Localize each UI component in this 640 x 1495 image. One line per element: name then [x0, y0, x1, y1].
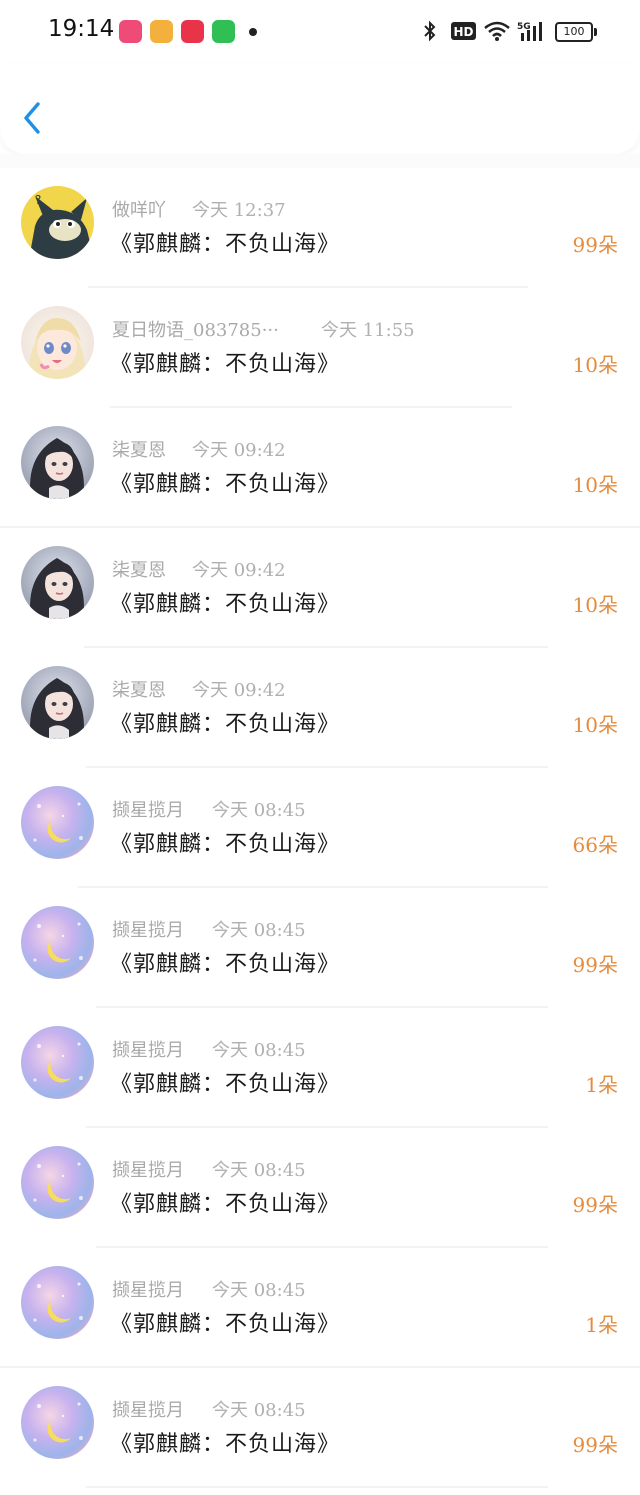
row-divider: [86, 1486, 548, 1488]
user-avatar[interactable]: [21, 1146, 94, 1219]
gift-record-row[interactable]: 柒夏恩 今天 09:42 《郭麒麟：不负山海》 10朵: [0, 408, 640, 528]
sender-name[interactable]: 柒夏恩: [112, 676, 166, 702]
user-avatar[interactable]: [21, 666, 94, 739]
header-shadow-band: [0, 154, 640, 168]
gift-record-row[interactable]: 柒夏恩 今天 09:42 《郭麒麟：不负山海》 10朵: [0, 648, 640, 768]
gift-record-row[interactable]: 柒夏恩 今天 09:42 《郭麒麟：不负山海》 10朵: [0, 528, 640, 648]
gift-time: 今天 09:42: [192, 680, 286, 701]
book-title[interactable]: 《郭麒麟：不负山海》: [110, 1306, 340, 1338]
gift-record-row[interactable]: 撷星揽月 今天 08:45 《郭麒麟：不负山海》 99朵: [0, 1128, 640, 1248]
book-title[interactable]: 《郭麒麟：不负山海》: [110, 1066, 340, 1098]
flower-count: 1朵: [585, 1073, 618, 1097]
user-avatar[interactable]: [21, 1266, 94, 1339]
flower-count: 99朵: [572, 233, 618, 257]
flower-count: 10朵: [572, 593, 618, 617]
signal-5g-icon: 5G: [517, 22, 542, 41]
flower-count: 10朵: [572, 713, 618, 737]
book-title[interactable]: 《郭麒麟：不负山海》: [110, 1186, 340, 1218]
flower-count: 1朵: [585, 1313, 618, 1337]
book-title[interactable]: 《郭麒麟：不负山海》: [110, 586, 340, 618]
book-title[interactable]: 《郭麒麟：不负山海》: [110, 1426, 340, 1458]
user-avatar[interactable]: ?: [21, 186, 94, 259]
hd-icon: HD: [451, 22, 476, 40]
gift-time: 今天 08:45: [212, 920, 306, 941]
gift-time: 今天 08:45: [212, 1280, 306, 1301]
sender-name[interactable]: 撷星揽月: [112, 1276, 184, 1302]
xiaohongshu-icon: [181, 20, 204, 43]
flower-count: 99朵: [572, 1433, 618, 1457]
user-avatar[interactable]: [21, 1386, 94, 1459]
gift-record-row[interactable]: 撷星揽月 今天 08:45 《郭麒麟：不负山海》 99朵: [0, 888, 640, 1008]
user-avatar[interactable]: [21, 906, 94, 979]
sender-name[interactable]: 撷星揽月: [112, 1156, 184, 1182]
more-notifications-dot: [249, 28, 257, 36]
gift-time: 今天 08:45: [212, 1400, 306, 1421]
wifi-icon: [484, 21, 510, 41]
book-title[interactable]: 《郭麒麟：不负山海》: [110, 226, 340, 258]
status-time: 19:14: [48, 16, 115, 42]
flower-count: 10朵: [572, 473, 618, 497]
svg-text:?: ?: [35, 193, 41, 207]
gift-record-list: ? 做咩吖 今天 12:37 《郭麒麟：不负山海》 99朵 夏日物语_083785···…: [0, 168, 640, 1488]
weibo-icon: [150, 20, 173, 43]
flower-count: 99朵: [572, 1193, 618, 1217]
top-navigation-bar: [0, 64, 640, 154]
sender-name[interactable]: 柒夏恩: [112, 436, 166, 462]
gift-record-row[interactable]: 夏日物语_083785··· 今天 11:55 《郭麒麟：不负山海》 10朵: [0, 288, 640, 408]
flower-count: 66朵: [572, 833, 618, 857]
sender-name[interactable]: 柒夏恩: [112, 556, 166, 582]
sender-name[interactable]: 撷星揽月: [112, 916, 184, 942]
sender-name[interactable]: 撷星揽月: [112, 796, 184, 822]
app-notification-icon: [119, 20, 142, 43]
sender-name[interactable]: 夏日物语_083785···: [112, 316, 279, 342]
gift-record-row[interactable]: 撷星揽月 今天 08:45 《郭麒麟：不负山海》 1朵: [0, 1008, 640, 1128]
sender-name[interactable]: 撷星揽月: [112, 1036, 184, 1062]
gift-record-row[interactable]: 撷星揽月 今天 08:45 《郭麒麟：不负山海》 1朵: [0, 1248, 640, 1368]
book-title[interactable]: 《郭麒麟：不负山海》: [110, 466, 340, 498]
back-chevron-icon[interactable]: [18, 98, 52, 138]
user-avatar[interactable]: [21, 1026, 94, 1099]
gift-time: 今天 08:45: [212, 1160, 306, 1181]
sender-name[interactable]: 做咩吖: [112, 196, 166, 222]
status-bar: 19:14 HD 5G 100: [0, 0, 640, 64]
battery-icon: 100: [555, 22, 597, 42]
gift-record-row[interactable]: ? 做咩吖 今天 12:37 《郭麒麟：不负山海》 99朵: [0, 168, 640, 288]
gift-time: 今天 08:45: [212, 800, 306, 821]
bluetooth-icon: [424, 20, 436, 42]
gift-time: 今天 09:42: [192, 560, 286, 581]
user-avatar[interactable]: [21, 546, 94, 619]
sender-name[interactable]: 撷星揽月: [112, 1396, 184, 1422]
flower-count: 99朵: [572, 953, 618, 977]
user-avatar[interactable]: [21, 426, 94, 499]
gift-time: 今天 11:55: [321, 320, 415, 341]
gift-record-row[interactable]: 撷星揽月 今天 08:45 《郭麒麟：不负山海》 99朵: [0, 1368, 640, 1488]
book-title[interactable]: 《郭麒麟：不负山海》: [110, 826, 340, 858]
book-title[interactable]: 《郭麒麟：不负山海》: [110, 946, 340, 978]
gift-time: 今天 09:42: [192, 440, 286, 461]
user-avatar[interactable]: [21, 786, 94, 859]
book-title[interactable]: 《郭麒麟：不负山海》: [110, 706, 340, 738]
flower-count: 10朵: [572, 353, 618, 377]
user-avatar[interactable]: [21, 306, 94, 379]
gift-record-row[interactable]: 撷星揽月 今天 08:45 《郭麒麟：不负山海》 66朵: [0, 768, 640, 888]
book-title[interactable]: 《郭麒麟：不负山海》: [110, 346, 340, 378]
gift-time: 今天 12:37: [192, 200, 286, 221]
messages-icon: [212, 20, 235, 43]
gift-time: 今天 08:45: [212, 1040, 306, 1061]
svg-text:HD: HD: [453, 25, 473, 39]
